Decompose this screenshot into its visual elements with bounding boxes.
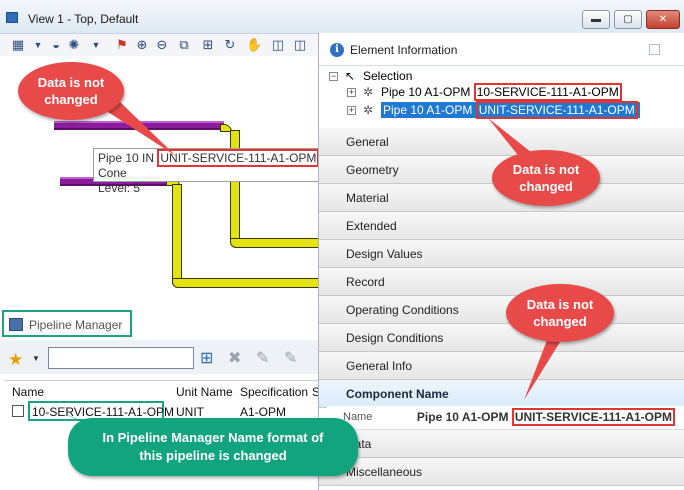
filter-icon[interactable]: ★ [8,350,23,370]
assign-pipeline-icon[interactable]: ✎ [284,348,297,368]
section-component-name[interactable]: Component Name [319,380,684,408]
expand-icon[interactable]: + [347,88,356,97]
rotate-view-icon[interactable]: ↻ [222,37,238,53]
tooltip-highlight: UNIT-SERVICE-111-A1-OPM [157,149,320,167]
dropdown-arrow-icon[interactable]: ▼ [32,354,40,363]
pipe-node-icon: ✲ [363,85,374,99]
pipe-node-icon: ✲ [363,103,374,117]
tree-item-1[interactable]: Pipe 10 A1-OPM 10-SERVICE-111-A1-OPM [381,83,622,101]
section-design-values[interactable]: Design Values [319,240,684,268]
pipeline-manager-toolbar: ★ ▼ ⊞ ✖ ✎ ✎ [0,340,320,374]
tree-item-2-highlight: UNIT-SERVICE-111-A1-OPM [475,101,638,119]
column-header-spec[interactable]: Specification [240,385,308,399]
callout-top-left: Data is not changed [18,62,124,120]
section-operating-conditions[interactable]: Operating Conditions [319,296,684,324]
pipeline-search-input[interactable] [48,347,194,369]
tooltip-prefix: Pipe 10 IN [98,151,158,165]
section-record[interactable]: Record [319,268,684,296]
section-general[interactable]: General [319,128,684,156]
app-icon [6,12,18,23]
element-information-title: Element Information [350,43,458,57]
property-value-prefix: Pipe 10 A1-OPM [416,410,512,424]
callout-green-bottom: In Pipeline Manager Name format of this … [68,418,358,476]
row-unit[interactable]: UNIT [176,405,204,419]
section-design-conditions[interactable]: Design Conditions [319,324,684,352]
fit-view-icon[interactable]: ⊞ [200,37,216,53]
element-information-header: i Element Information [319,33,684,66]
pan-view-icon[interactable]: ✋ [246,37,262,53]
view-title: View 1 - Top, Default [28,12,139,26]
section-miscellaneous[interactable]: Miscellaneous [319,458,684,486]
section-data[interactable]: Data [319,430,684,458]
dropdown-arrow-icon[interactable]: ▼ [88,37,104,53]
maximize-button[interactable]: ▢ [614,10,642,29]
pipe-yellow-horizontal-right[interactable] [230,238,320,248]
close-button[interactable]: ✕ [646,10,680,29]
dropdown-arrow-icon[interactable]: ▼ [30,37,46,53]
row-name[interactable]: 10-SERVICE-111-A1-OPM [32,405,174,419]
property-row-name[interactable]: Name Pipe 10 A1-OPM UNIT-SERVICE-111-A1-… [327,406,684,430]
column-header-name[interactable]: Name [12,385,44,399]
info-icon: i [330,43,344,57]
pipeline-manager-titlebar[interactable]: Pipeline Manager [2,310,132,337]
delete-pipeline-icon[interactable]: ✖ [228,348,241,368]
minimize-button[interactable]: ▬ [582,10,610,29]
zoom-in-icon[interactable]: ⊕ [134,37,150,53]
next-view-icon[interactable]: ◫ [292,37,308,53]
tree-item-1-prefix: Pipe 10 A1-OPM [381,85,474,99]
dock-icon[interactable] [649,44,660,55]
lighting-icon[interactable]: ✺ [66,37,82,53]
row-spec[interactable]: A1-OPM [240,405,286,419]
callout-lower-right: Data is not changed [506,284,614,342]
pipeline-manager-title: Pipeline Manager [29,318,123,332]
pointer-icon: ↖ [345,69,356,83]
view-attributes-icon[interactable]: ▦ [10,37,26,53]
tree-item-2-selected[interactable]: Pipe 10 A1-OPM UNIT-SERVICE-111-A1-OPM [381,101,640,119]
update-view-icon[interactable]: ⚑ [114,37,130,53]
callout-middle-right: Data is not changed [492,150,600,206]
expand-icon[interactable]: + [347,106,356,115]
previous-view-icon[interactable]: ◫ [270,37,286,53]
tree-item-2-prefix: Pipe 10 A1-OPM [383,103,476,117]
pipe-purple-upper[interactable] [54,121,224,130]
view-titlebar: View 1 - Top, Default ▬ ▢ ✕ [0,0,684,34]
display-style-icon[interactable]: ◒ [48,37,64,53]
row-checkbox[interactable] [12,405,24,417]
window-area-icon[interactable]: ⧉ [176,37,192,53]
pipe-yellow-vertical-left[interactable] [172,184,182,284]
tree-item-1-highlight: 10-SERVICE-111-A1-OPM [473,83,622,101]
zoom-out-icon[interactable]: ⊖ [154,37,170,53]
add-pipeline-icon[interactable]: ⊞ [200,348,213,368]
pipe-yellow-horizontal-left[interactable] [172,278,320,288]
tree-root-selection[interactable]: Selection [363,69,412,83]
section-extended[interactable]: Extended [319,212,684,240]
column-header-unit[interactable]: Unit Name [176,385,233,399]
collapse-icon[interactable]: − [329,72,338,81]
selection-tree: − ↖ Selection + ✲ Pipe 10 A1-OPM 10-SERV… [319,66,684,124]
section-general-info[interactable]: General Info [319,352,684,380]
property-value[interactable]: Pipe 10 A1-OPM UNIT-SERVICE-111-A1-OPM [416,408,675,426]
element-information-panel: i Element Information − ↖ Selection + ✲ … [318,33,684,490]
edit-pipeline-icon[interactable]: ✎ [256,348,269,368]
property-value-highlight: UNIT-SERVICE-111-A1-OPM [511,408,675,426]
pipeline-manager-icon [9,318,23,331]
